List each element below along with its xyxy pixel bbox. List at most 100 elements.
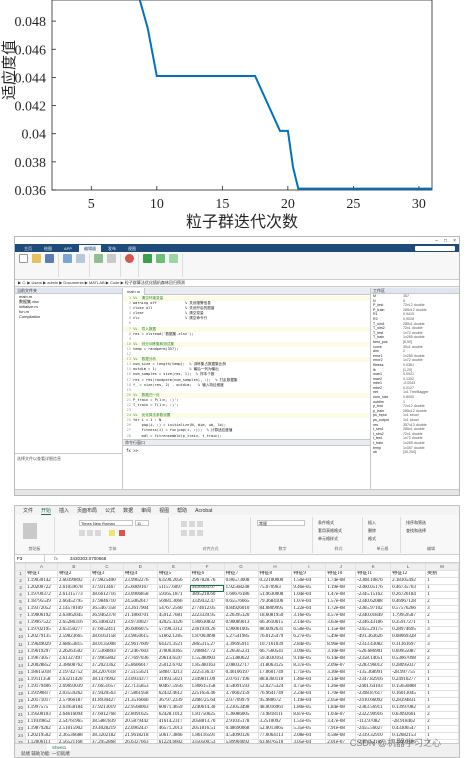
cell[interactable]: 2.26395120	[223, 612, 259, 621]
header-cell[interactable]: 特征10	[325, 570, 357, 579]
cell[interactable]: 20.5879442	[122, 718, 158, 727]
header-cell[interactable]: 特征7	[223, 570, 259, 579]
indent-button[interactable]	[106, 254, 117, 263]
cell[interactable]: 31993.5021	[156, 675, 191, 684]
workspace-row[interactable]: ub [30,200]	[371, 450, 459, 455]
cell[interactable]: 1.19372052	[24, 605, 58, 614]
cell[interactable]: 2.91035178	[223, 718, 259, 727]
cell[interactable]: 27.2467603	[122, 647, 158, 656]
row-header[interactable]: 19	[15, 696, 26, 705]
select-all-corner[interactable]	[15, 562, 26, 572]
cell[interactable]: 36.9462378	[89, 612, 124, 621]
tab-home[interactable]: 主页	[19, 245, 37, 252]
cell[interactable]: 0.53067098	[390, 654, 427, 663]
cell[interactable]: 37.9825400	[89, 577, 124, 586]
cell[interactable]: 1.96061005	[223, 626, 259, 635]
cell[interactable]: -2283.96012	[355, 661, 392, 670]
format-button[interactable]: 格式	[368, 536, 376, 542]
code-area[interactable]: 1%% 清空环境变量 2 warning off % 关闭报警信息 3 close al…	[123, 295, 370, 439]
cell[interactable]: 1.86116591	[189, 732, 225, 741]
save-button[interactable]	[44, 254, 55, 263]
editor-tab-main[interactable]: main.m	[123, 287, 146, 295]
cell[interactable]: 18.6081950	[257, 612, 293, 621]
cell[interactable]: 1.20279135	[24, 633, 58, 642]
cell[interactable]: 0.15656888	[390, 682, 427, 691]
cell[interactable]: 1.80630832	[189, 619, 225, 628]
cell[interactable]: 27.5155621	[122, 668, 158, 677]
cell[interactable]: 36.5467358	[89, 605, 124, 614]
cell[interactable]: 3	[425, 703, 459, 712]
cell[interactable]: -2401.64103	[355, 682, 392, 691]
new-button[interactable]	[18, 254, 29, 263]
cell[interactable]: 1.19500103	[24, 710, 58, 720]
cell[interactable]: 2.63211420	[56, 675, 91, 684]
cell[interactable]: 1.20219502	[24, 732, 58, 741]
cell[interactable]: 1.84e-08	[325, 703, 357, 712]
cell[interactable]: 51157.6097	[156, 584, 191, 593]
cell[interactable]: 3.47e-08	[325, 718, 357, 727]
cell[interactable]: 4.57e-08	[325, 612, 357, 621]
cell[interactable]: 37.2023362	[89, 661, 124, 670]
cell[interactable]: 1.70e-08	[325, 689, 357, 698]
cell[interactable]: -28.997755	[390, 668, 427, 677]
header-cell[interactable]: 特征12	[390, 570, 427, 579]
cell[interactable]: 1.03e-07	[325, 710, 357, 720]
cell[interactable]: 0.46106197	[223, 668, 259, 677]
cell[interactable]: -2347.82916	[355, 675, 392, 684]
cell[interactable]: 60071.4659	[156, 703, 191, 712]
cell[interactable]: 2.19742752	[56, 668, 91, 677]
cell[interactable]: -2308.10876	[355, 577, 392, 586]
cell[interactable]: 1.72e-08	[325, 605, 357, 614]
cell[interactable]: 2.66452795	[56, 598, 91, 607]
cell[interactable]: 77.0064113	[257, 732, 293, 741]
column-header[interactable]: L	[390, 562, 427, 572]
cell[interactable]: 27.7697036	[122, 654, 158, 663]
header-cell[interactable]: 类别	[425, 570, 459, 579]
cell[interactable]: -2322.90916	[355, 710, 392, 720]
cell[interactable]: -2345.15162	[355, 591, 392, 600]
cell[interactable]: 62428.1012	[156, 710, 191, 720]
header-cell[interactable]: 特征8	[257, 570, 293, 579]
cell[interactable]: 3339432.47	[189, 598, 225, 607]
cell[interactable]: 2058813.70	[189, 718, 225, 727]
find-select-button[interactable]: 查找和选择	[406, 528, 426, 534]
cell[interactable]: 2.14e-05	[291, 619, 327, 628]
cell[interactable]: 1	[425, 668, 459, 677]
menu-item[interactable]: 视图	[159, 507, 169, 514]
cell[interactable]: 0.43306547	[390, 725, 427, 734]
row-header[interactable]: 15	[15, 668, 26, 677]
cell[interactable]: 0.28974695	[390, 626, 427, 635]
cell[interactable]: 1.19879262	[24, 725, 58, 734]
command-prompt[interactable]: fx >>	[123, 446, 370, 455]
cell[interactable]: -2358.14051	[355, 654, 392, 663]
insert-button[interactable]: 插入	[368, 520, 376, 526]
underline-icon[interactable]	[95, 530, 101, 536]
cell[interactable]: 0.84926010	[223, 605, 259, 614]
row-header[interactable]: 3	[15, 584, 26, 593]
maximize-icon[interactable]: □	[444, 238, 447, 244]
cell[interactable]: 1.20028852	[24, 661, 58, 670]
fill-color-icon[interactable]	[109, 530, 115, 536]
cell[interactable]: 22.0962437	[122, 725, 158, 734]
cell[interactable]: 5.27541985	[223, 633, 259, 642]
cell[interactable]: 1.60676186	[223, 591, 259, 600]
cell[interactable]: 4.75e-05	[291, 682, 327, 691]
cell[interactable]: 1.19111358	[24, 675, 58, 684]
cell[interactable]: 25.6009167	[122, 584, 158, 593]
comment-button[interactable]	[93, 254, 104, 263]
cell[interactable]: 1	[425, 689, 459, 698]
cell[interactable]: 1.80e-05	[291, 703, 327, 712]
cell[interactable]: 37006.8365	[156, 647, 191, 656]
font-size-select[interactable]: 11	[135, 520, 149, 526]
paste-icon[interactable]	[23, 523, 37, 539]
column-header[interactable]: K	[355, 562, 392, 572]
row-header[interactable]: 9	[15, 626, 26, 635]
column-header[interactable]: B	[56, 562, 91, 572]
cell[interactable]: 1.19190817	[24, 689, 58, 698]
cell[interactable]: 0.69955087	[390, 647, 427, 656]
cell[interactable]: 2.14e-08	[325, 675, 357, 684]
row-header[interactable]: 6	[15, 605, 26, 614]
cell[interactable]: 1.92568248	[223, 584, 259, 593]
cell[interactable]: 29614.6597	[156, 654, 191, 663]
cell[interactable]: 0.46967128	[390, 598, 427, 607]
